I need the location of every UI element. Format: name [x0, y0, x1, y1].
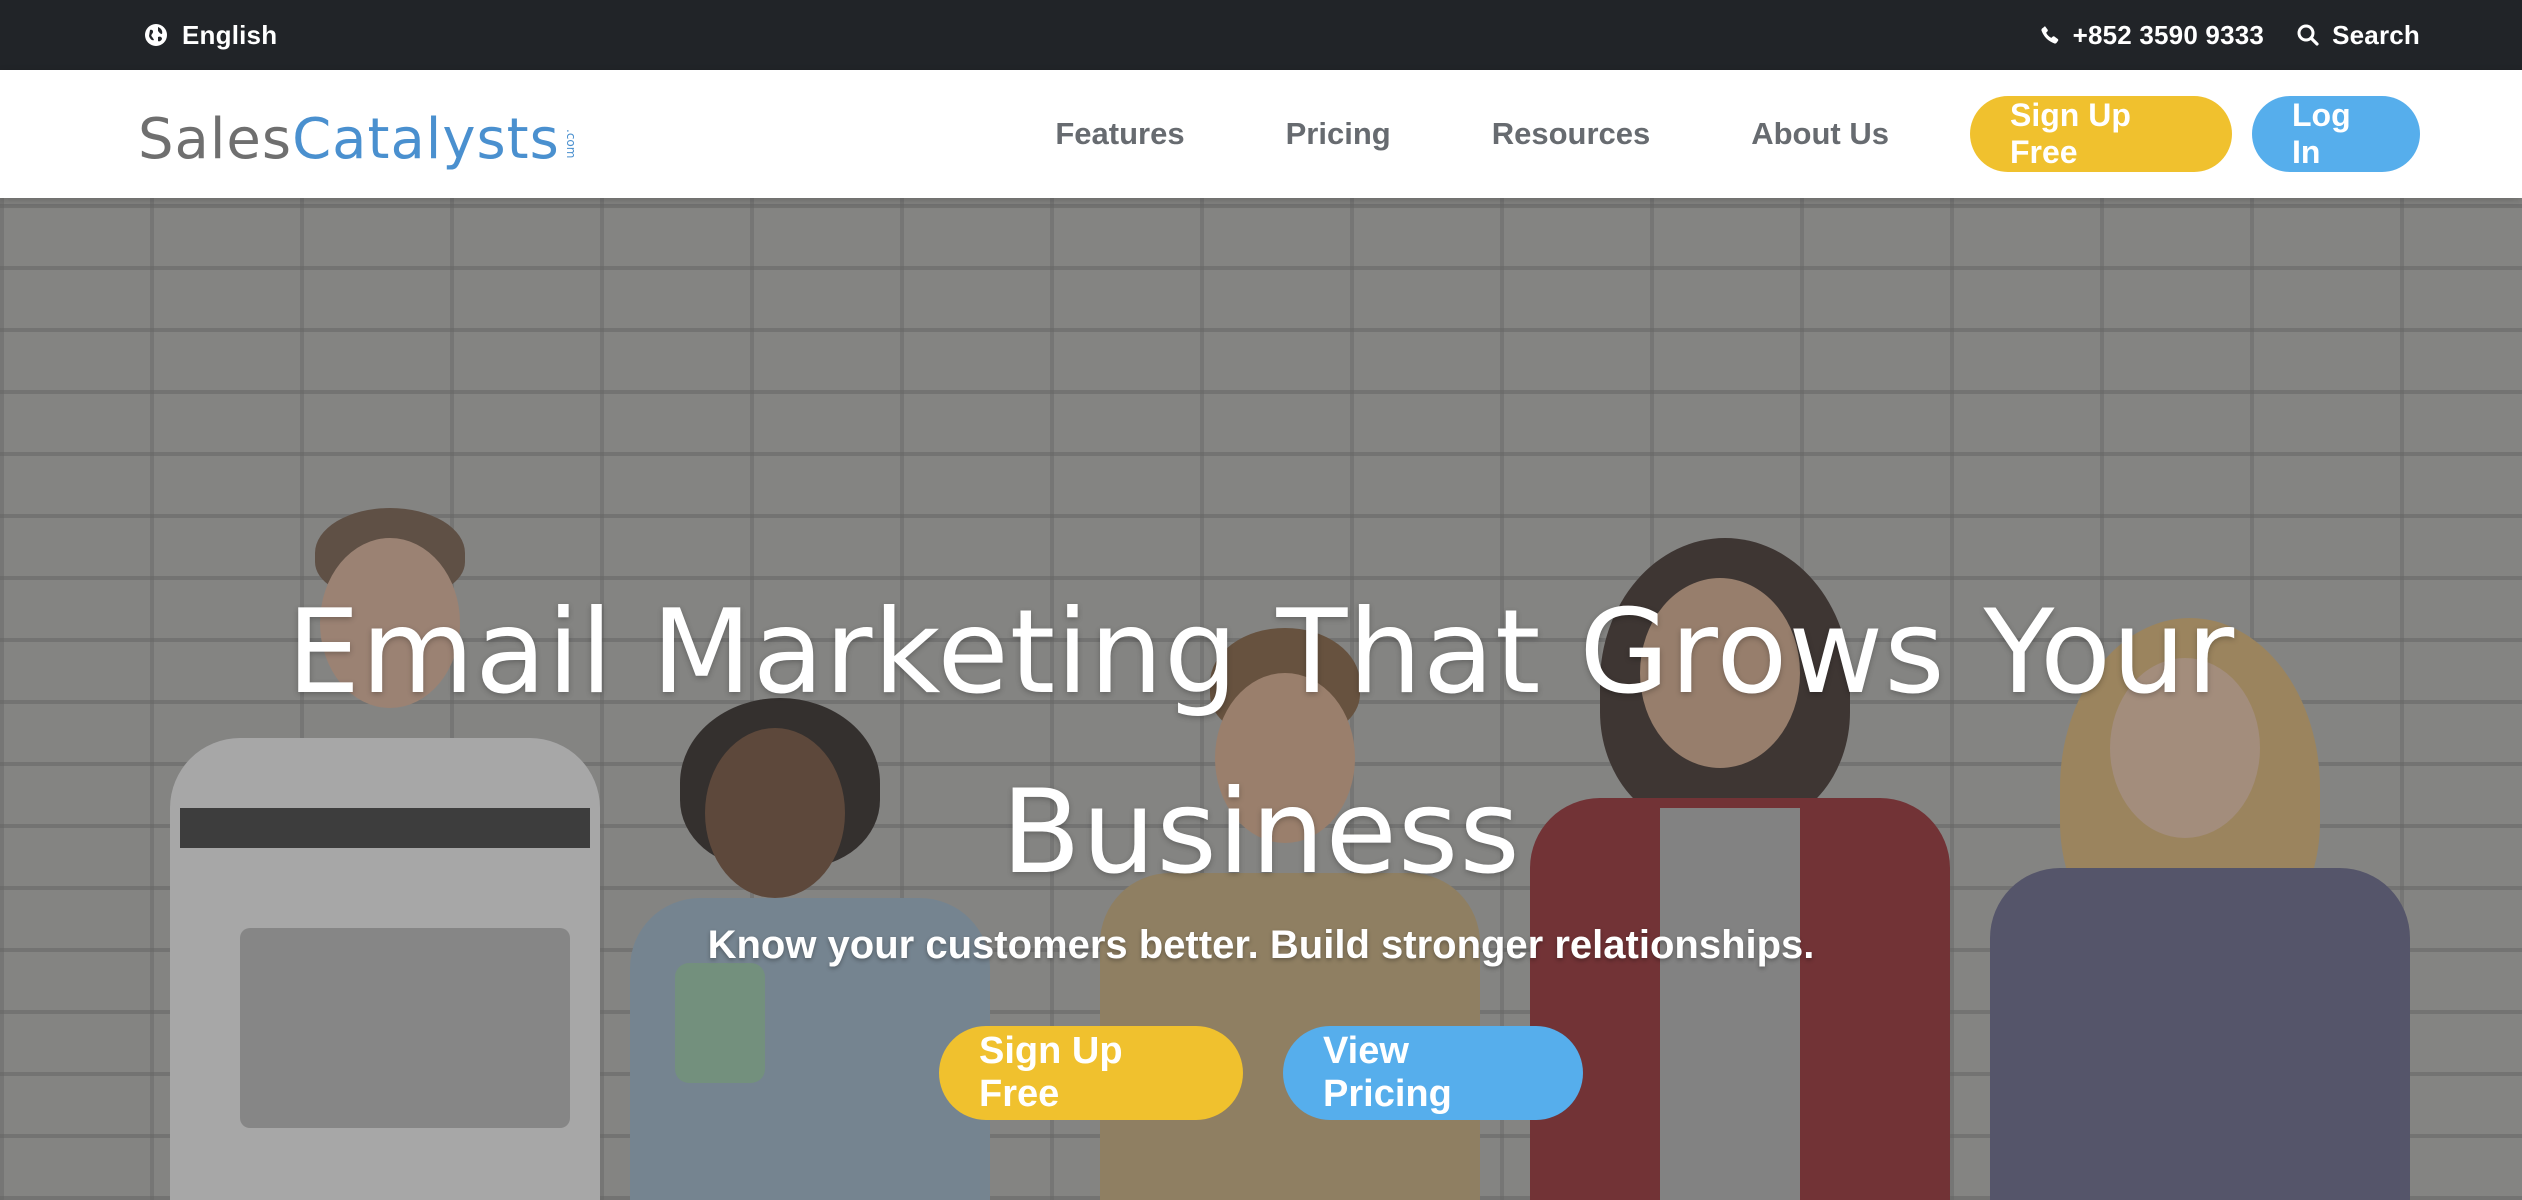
main-header: Sales Catalysts .com Features Pricing Re…	[0, 70, 2522, 198]
phone-icon	[2039, 24, 2061, 46]
nav-item-about-us[interactable]: About Us	[1751, 116, 1889, 152]
logo-suffix: .com	[563, 128, 578, 158]
nav-item-resources[interactable]: Resources	[1492, 116, 1651, 152]
header-log-in-button[interactable]: Log In	[2252, 96, 2420, 172]
search-link[interactable]: Search	[2296, 20, 2420, 51]
hero-headline: Email Marketing That Grows Your Business	[0, 563, 2522, 923]
phone-link[interactable]: +852 3590 9333	[2039, 20, 2265, 51]
hero-subheadline: Know your customers better. Build strong…	[707, 923, 1815, 967]
hero-view-pricing-button[interactable]: View Pricing	[1283, 1026, 1583, 1120]
hero-sign-up-button[interactable]: Sign Up Free	[939, 1026, 1243, 1120]
topbar-right-group: +852 3590 9333 Search	[2039, 0, 2420, 70]
top-utility-bar: English +852 3590 9333 Search	[0, 0, 2522, 70]
nav-item-features[interactable]: Features	[1055, 116, 1184, 152]
site-logo[interactable]: Sales Catalysts .com	[138, 94, 578, 174]
hero-headline-line-2: Business	[1001, 765, 1521, 900]
hero-cta-group: Sign Up Free View Pricing	[0, 1026, 2522, 1120]
hero-content: Email Marketing That Grows Your Business…	[0, 198, 2522, 1200]
phone-number: +852 3590 9333	[2072, 19, 2265, 50]
hero-headline-line-1: Email Marketing That Grows Your	[286, 585, 2236, 720]
globe-icon	[144, 23, 168, 47]
search-icon	[2296, 23, 2320, 47]
language-selector[interactable]: English	[144, 0, 277, 70]
primary-nav: Features Pricing Resources About Us Sign…	[1055, 70, 2420, 198]
search-label: Search	[2332, 19, 2420, 50]
header-sign-up-button[interactable]: Sign Up Free	[1970, 96, 2232, 172]
logo-word-sales: Sales	[138, 107, 293, 172]
language-label: English	[182, 19, 278, 50]
logo-word-catalysts: Catalysts	[292, 107, 560, 172]
nav-item-pricing[interactable]: Pricing	[1286, 116, 1391, 152]
hero-section: Email Marketing That Grows Your Business…	[0, 198, 2522, 1200]
